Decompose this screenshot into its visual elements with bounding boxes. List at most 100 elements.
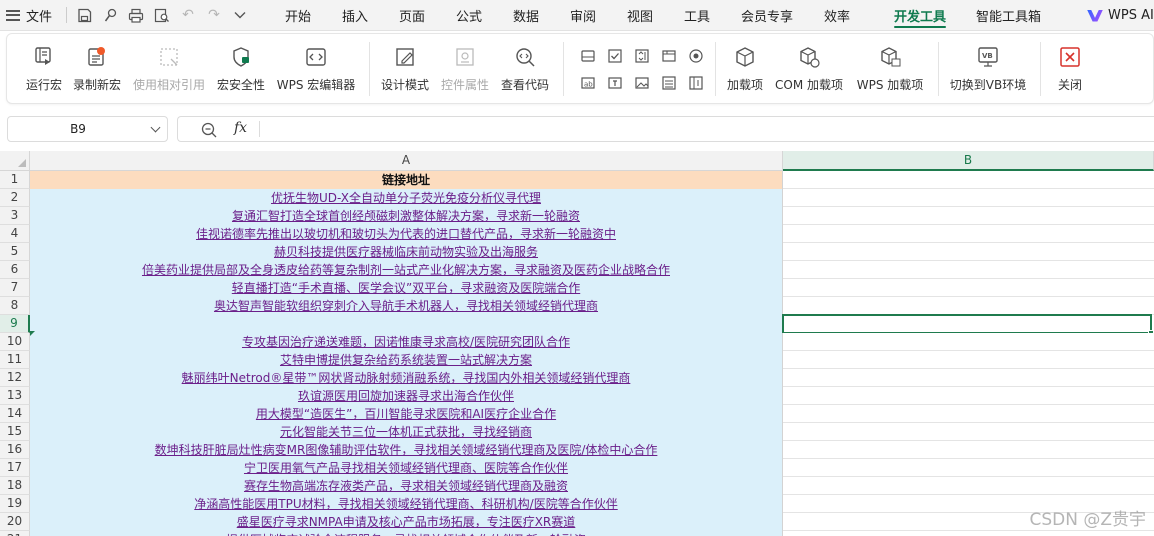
- cell-b[interactable]: [783, 171, 1154, 189]
- control-properties-button[interactable]: 控件属性: [439, 34, 491, 105]
- row-header[interactable]: 10: [0, 333, 30, 351]
- tab-developer[interactable]: 开发工具: [894, 0, 947, 31]
- tab-tools[interactable]: 工具: [684, 0, 710, 31]
- link-cell[interactable]: 提供医械临床试验全流程服务，寻找相关领域合作伙伴及新一轮融资: [30, 531, 783, 536]
- selected-cell-b9[interactable]: [782, 314, 1154, 336]
- wps-addins-button[interactable]: WPS 加载项: [854, 34, 926, 105]
- cell-b[interactable]: [783, 459, 1154, 477]
- row-header[interactable]: 8: [0, 297, 30, 315]
- name-box[interactable]: B9: [7, 116, 168, 142]
- scrollbar-control-icon[interactable]: [687, 74, 705, 92]
- link-cell[interactable]: 专攻基因治疗递送难题，因诺惟康寻求高校/医院研究团队合作: [30, 333, 783, 351]
- tab-home[interactable]: 开始: [285, 0, 311, 31]
- run-macro-button[interactable]: 运行宏: [21, 34, 67, 105]
- hyperlink[interactable]: 魅丽纬叶Netrod®星带™网状肾动脉射频消融系统，寻找国内外相关领域经销代理商: [182, 371, 631, 385]
- hyperlink[interactable]: 轻直播打造“手术直播、医学会议”双平台，寻求融资及医院端合作: [232, 281, 580, 295]
- link-cell[interactable]: 净涵高性能医用TPU材料，寻找相关领域经销代理商、科研机构/医院等合作伙伴: [30, 495, 783, 513]
- checkbox-control-icon[interactable]: [606, 47, 624, 65]
- spin-control-icon[interactable]: [633, 47, 651, 65]
- link-cell[interactable]: [30, 315, 783, 333]
- row-header[interactable]: 12: [0, 369, 30, 387]
- row-header[interactable]: 9: [0, 315, 30, 333]
- row-header[interactable]: 18: [0, 477, 30, 495]
- hyperlink[interactable]: 赫贝科技提供医疗器械临床前动物实验及出海服务: [274, 245, 538, 259]
- row-header[interactable]: 15: [0, 423, 30, 441]
- link-cell[interactable]: 宁卫医用氧气产品寻找相关领域经销代理商、医院等合作伙伴: [30, 459, 783, 477]
- switch-vb-button[interactable]: VB 切换到VB环境: [947, 34, 1029, 105]
- row-header[interactable]: 21: [0, 531, 30, 536]
- print-preview-icon[interactable]: [149, 0, 175, 31]
- row-header[interactable]: 13: [0, 387, 30, 405]
- format-painter-icon[interactable]: [97, 0, 123, 31]
- link-cell[interactable]: 数坤科技肝脏局灶性病变MR图像辅助评估软件，寻找相关领域经销代理商及医院/体检中…: [30, 441, 783, 459]
- link-cell[interactable]: 佳视诺德率先推出以玻切机和玻切头为代表的进口替代产品，寻求新一轮融资中: [30, 225, 783, 243]
- cell-b[interactable]: [783, 423, 1154, 441]
- row-header[interactable]: 20: [0, 513, 30, 531]
- hyperlink[interactable]: 用大模型“造医生”，百川智能寻求医院和AI医疗企业合作: [256, 407, 556, 421]
- column-header-a[interactable]: A: [30, 151, 783, 171]
- hyperlink[interactable]: 盛星医疗寻求NMPA申请及核心产品市场拓展，专注医疗XR赛道: [237, 515, 576, 529]
- radio-control-icon[interactable]: [687, 47, 705, 65]
- row-header[interactable]: 11: [0, 351, 30, 369]
- hyperlink[interactable]: 玖谊源医用回旋加速器寻求出海合作伙伴: [298, 389, 514, 403]
- cell-b[interactable]: [783, 477, 1154, 495]
- cell-b[interactable]: [783, 261, 1154, 279]
- cell-b[interactable]: [783, 333, 1154, 351]
- link-cell[interactable]: 轻直播打造“手术直播、医学会议”双平台，寻求融资及医院端合作: [30, 279, 783, 297]
- header-cell[interactable]: 链接地址: [30, 171, 783, 189]
- hyperlink[interactable]: 专攻基因治疗递送难题，因诺惟康寻求高校/医院研究团队合作: [242, 335, 570, 349]
- tab-review[interactable]: 审阅: [570, 0, 596, 31]
- hyperlink[interactable]: 奥达智声智能软组织穿刺介入导航手术机器人，寻找相关领域经销代理商: [214, 299, 598, 313]
- hyperlink[interactable]: 复通汇智打造全球首创经颅磁刺激整体解决方案，寻求新一轮融资: [232, 209, 580, 223]
- hyperlink[interactable]: 数坤科技肝脏局灶性病变MR图像辅助评估软件，寻找相关领域经销代理商及医院/体检中…: [155, 443, 658, 457]
- tab-data[interactable]: 数据: [513, 0, 539, 31]
- row-header[interactable]: 7: [0, 279, 30, 297]
- link-cell[interactable]: 优抚生物UD-X全自动单分子荧光免疫分析仪寻代理: [30, 189, 783, 207]
- wps-macro-editor-button[interactable]: WPS 宏编辑器: [273, 34, 359, 105]
- row-header[interactable]: 1: [0, 171, 30, 189]
- image-control-icon[interactable]: [633, 74, 651, 92]
- print-icon[interactable]: [123, 0, 149, 31]
- relative-reference-button[interactable]: 使用相对引用: [131, 34, 207, 105]
- cell-b[interactable]: [783, 405, 1154, 423]
- cell-b[interactable]: [783, 369, 1154, 387]
- row-header[interactable]: 17: [0, 459, 30, 477]
- link-cell[interactable]: 复通汇智打造全球首创经颅磁刺激整体解决方案，寻求新一轮融资: [30, 207, 783, 225]
- tab-formula[interactable]: 公式: [456, 0, 482, 31]
- column-header-b[interactable]: B: [783, 151, 1154, 171]
- hyperlink[interactable]: 艾特申博提供复杂给药系统装置一站式解决方案: [280, 353, 532, 367]
- chevron-down-icon[interactable]: [227, 0, 253, 31]
- row-header[interactable]: 6: [0, 261, 30, 279]
- tab-smart-toolbox[interactable]: 智能工具箱: [976, 0, 1041, 31]
- cell-b[interactable]: [783, 297, 1154, 315]
- button-control-icon[interactable]: [579, 47, 597, 65]
- link-cell[interactable]: 盛星医疗寻求NMPA申请及核心产品市场拓展，专注医疗XR赛道: [30, 513, 783, 531]
- tab-page[interactable]: 页面: [399, 0, 425, 31]
- cell-b[interactable]: [783, 207, 1154, 225]
- listbox-control-icon[interactable]: [660, 74, 678, 92]
- row-header[interactable]: 16: [0, 441, 30, 459]
- close-developer-button[interactable]: 关闭: [1051, 34, 1089, 105]
- hyperlink[interactable]: 优抚生物UD-X全自动单分子荧光免疫分析仪寻代理: [271, 191, 541, 205]
- link-cell[interactable]: 倍美药业提供局部及全身透皮给药等复杂制剂一站式产业化解决方案，寻求融资及医药企业…: [30, 261, 783, 279]
- view-code-button[interactable]: 查看代码: [498, 34, 552, 105]
- frame-control-icon[interactable]: [660, 47, 678, 65]
- textbox-control-icon[interactable]: [606, 74, 624, 92]
- row-header[interactable]: 19: [0, 495, 30, 513]
- cell-b[interactable]: [783, 279, 1154, 297]
- cell-b[interactable]: [783, 531, 1154, 536]
- cell-b[interactable]: [783, 243, 1154, 261]
- tab-member[interactable]: 会员专享: [741, 0, 793, 31]
- hyperlink[interactable]: 佳视诺德率先推出以玻切机和玻切头为代表的进口替代产品，寻求新一轮融资中: [196, 227, 616, 241]
- formula-input[interactable]: fx: [177, 116, 1154, 142]
- link-cell[interactable]: 用大模型“造医生”，百川智能寻求医院和AI医疗企业合作: [30, 405, 783, 423]
- label-control-icon[interactable]: ab: [579, 74, 597, 92]
- cell-b[interactable]: [783, 387, 1154, 405]
- zoom-icon[interactable]: [200, 121, 218, 139]
- tab-insert[interactable]: 插入: [342, 0, 368, 31]
- row-header[interactable]: 14: [0, 405, 30, 423]
- hyperlink[interactable]: 元化智能关节三位一体机正式获批，寻找经销商: [280, 425, 532, 439]
- link-cell[interactable]: 玖谊源医用回旋加速器寻求出海合作伙伴: [30, 387, 783, 405]
- hyperlink[interactable]: 倍美药业提供局部及全身透皮给药等复杂制剂一站式产业化解决方案，寻求融资及医药企业…: [142, 263, 670, 277]
- save-icon[interactable]: [71, 0, 97, 31]
